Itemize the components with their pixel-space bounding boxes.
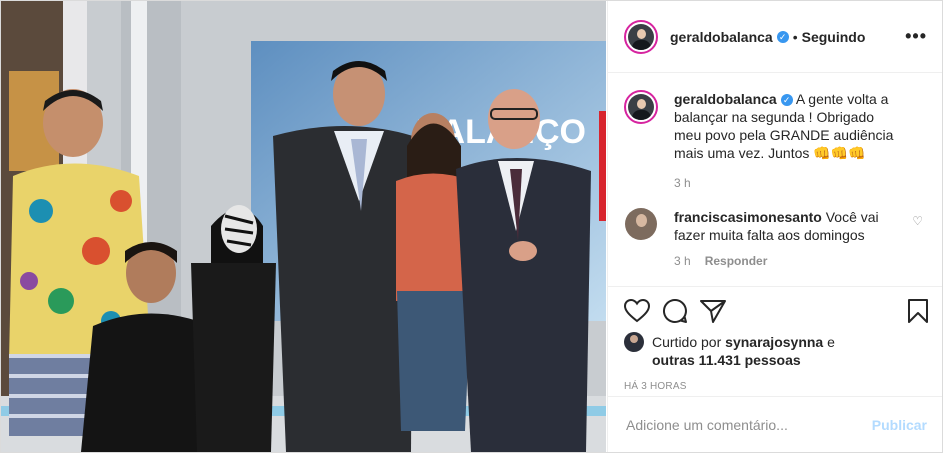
- likes-prefix: Curtido por: [652, 334, 722, 350]
- comment-time: 3 h: [674, 254, 691, 268]
- verified-badge-icon: ✓: [776, 30, 789, 43]
- comment-item: franciscasimonesanto Você vai fazer muit…: [624, 208, 927, 244]
- separator-dot: •: [792, 28, 798, 45]
- photo-illustration: BALANÇO: [1, 1, 606, 452]
- liker-avatar[interactable]: [624, 332, 644, 352]
- liker-username[interactable]: synarajosynna: [725, 334, 823, 350]
- commenter-avatar[interactable]: [625, 208, 657, 240]
- caption-time: 3 h: [674, 176, 691, 190]
- author-avatar[interactable]: [624, 19, 658, 54]
- post-actions: Curtido por synarajosynna e outras 11.43…: [608, 286, 942, 392]
- likes-connector: e: [827, 334, 835, 350]
- add-comment-bar: Publicar: [608, 396, 942, 452]
- likes-summary: Curtido por synarajosynna e outras 11.43…: [624, 332, 927, 369]
- more-options-icon[interactable]: •••: [905, 26, 927, 47]
- post-window: BALANÇO: [0, 0, 943, 453]
- share-paper-plane-icon[interactable]: [700, 299, 726, 323]
- post-header: geraldobalanca ✓ • Seguindo •••: [608, 1, 942, 73]
- save-bookmark-icon[interactable]: [907, 298, 929, 324]
- comment-input[interactable]: [624, 415, 872, 434]
- comment-like-heart-icon[interactable]: ♡: [912, 214, 923, 228]
- reply-button[interactable]: Responder: [705, 254, 768, 268]
- post-sidebar: geraldobalanca ✓ • Seguindo ••• geraldob…: [607, 1, 942, 452]
- caption-username[interactable]: geraldobalanca: [674, 91, 777, 107]
- author-username[interactable]: geraldobalanca: [670, 29, 773, 45]
- publish-button[interactable]: Publicar: [872, 417, 927, 433]
- caption: geraldobalanca ✓ A gente volta a balançar…: [624, 90, 927, 162]
- post-photo[interactable]: BALANÇO: [1, 1, 606, 452]
- likes-others-count[interactable]: outras 11.431 pessoas: [652, 352, 801, 368]
- like-heart-icon[interactable]: [624, 299, 650, 323]
- comments-list[interactable]: geraldobalanca ✓ A gente volta a balançar…: [608, 74, 942, 286]
- caption-author-avatar[interactable]: [624, 90, 658, 124]
- comment-meta: 3 h Responder: [674, 254, 927, 268]
- comment-bubble-icon[interactable]: [662, 298, 688, 324]
- comment-body: franciscasimonesanto Você vai fazer muit…: [674, 208, 894, 244]
- caption-body: geraldobalanca ✓ A gente volta a balançar…: [674, 90, 904, 162]
- caption-verified-icon: ✓: [780, 94, 793, 107]
- commenter-username[interactable]: franciscasimonesanto: [674, 209, 822, 225]
- posted-time: HÁ 3 HORAS: [624, 381, 687, 392]
- likes-text: Curtido por synarajosynna e outras 11.43…: [652, 333, 835, 369]
- action-icons: [624, 295, 929, 327]
- follow-status-button[interactable]: Seguindo: [802, 29, 866, 45]
